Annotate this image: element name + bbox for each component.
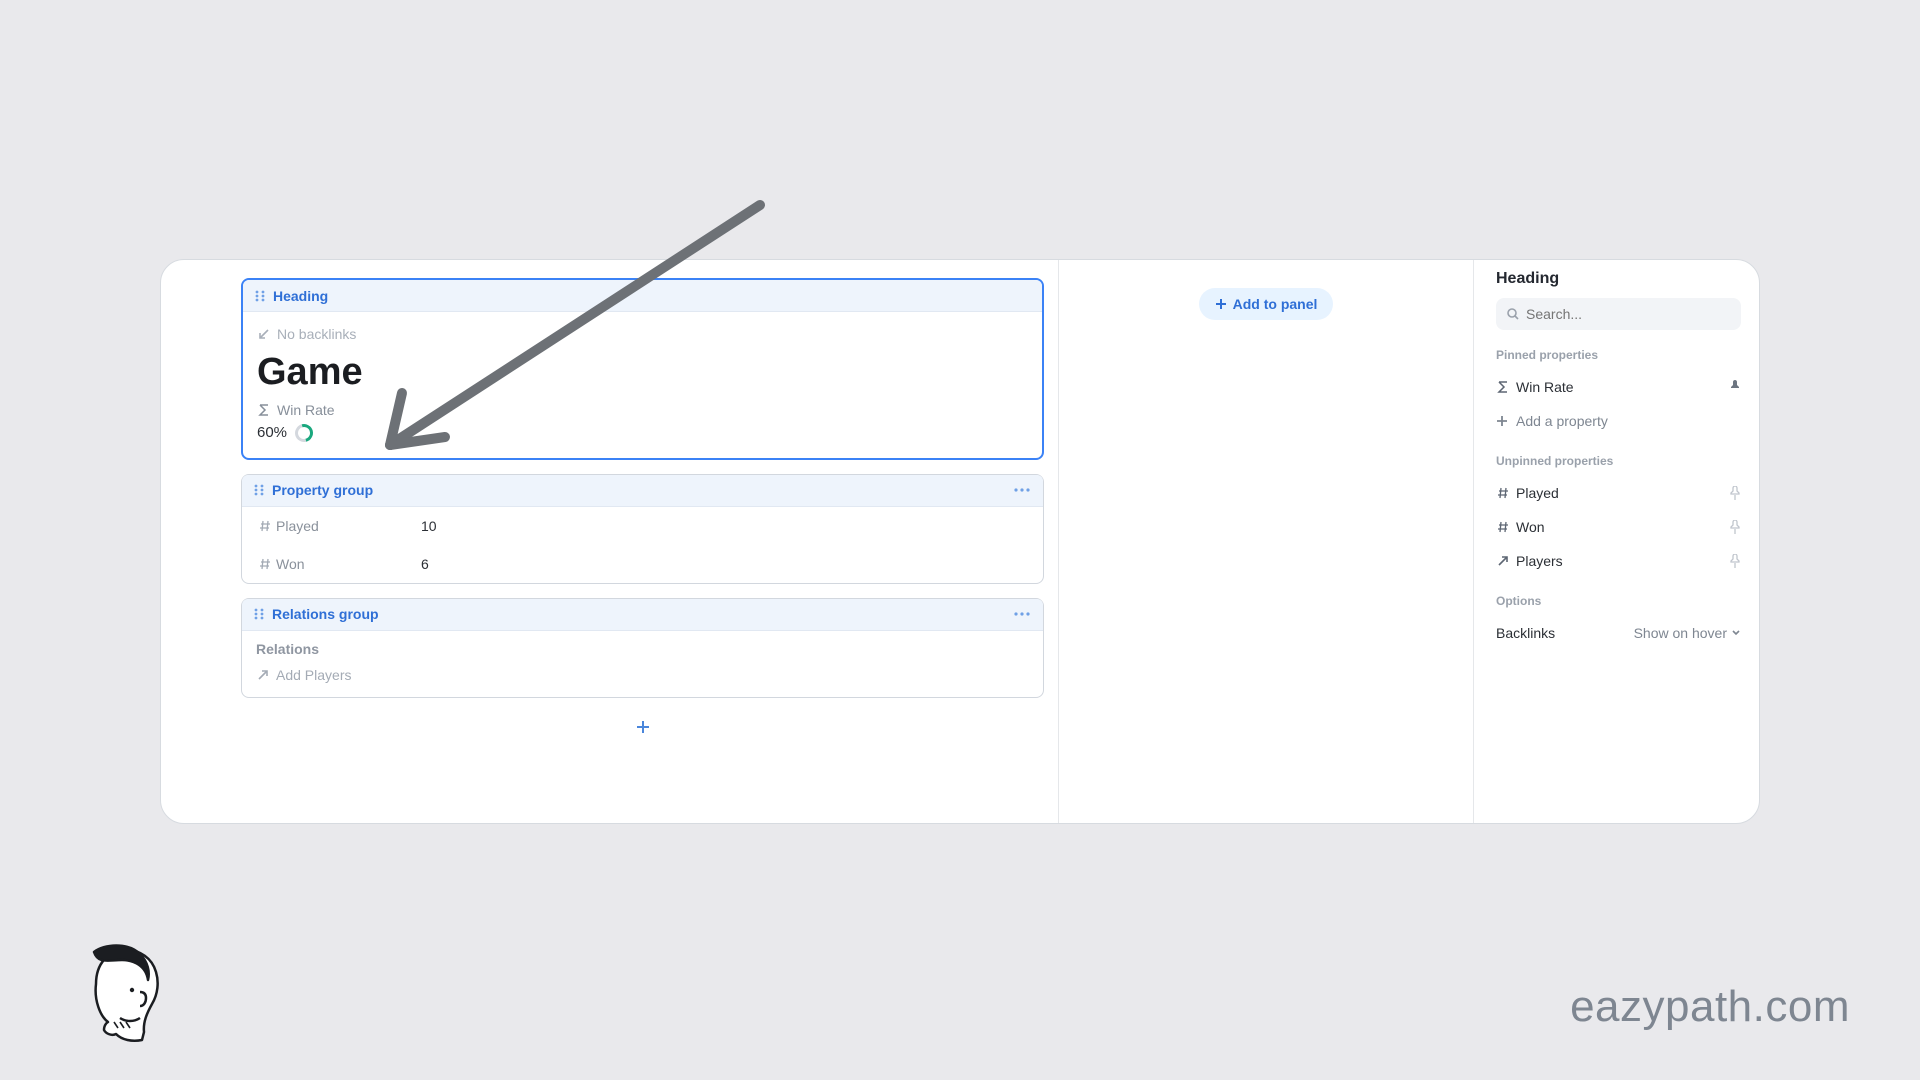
backlinks-select-value: Show on hover [1634,625,1727,641]
relations-group-block[interactable]: Relations group Relations Add Players [241,598,1044,698]
prop-item-played[interactable]: Played [1496,476,1741,510]
options-section-label: Options [1496,594,1741,608]
property-label: Won [276,556,421,572]
presenter-avatar-icon [76,944,164,1044]
add-to-panel-label: Add to panel [1233,296,1318,312]
relations-subhead: Relations [256,641,1029,657]
sigma-icon [257,403,271,417]
property-label: Played [276,518,421,534]
backlinks-text: No backlinks [277,326,356,342]
search-icon [1506,307,1520,321]
pin-outline-icon[interactable] [1729,486,1741,500]
add-to-panel-button[interactable]: Add to panel [1199,288,1334,320]
prop-item-label: Players [1516,553,1563,569]
inspector-title: Heading [1496,270,1741,288]
property-group-block[interactable]: Property group Played 10 Won 6 [241,474,1044,584]
prop-item-label: Won [1516,519,1545,535]
pin-icon[interactable] [1729,380,1741,394]
add-property-button[interactable]: Add a property [1496,404,1741,438]
backlinks-option-label: Backlinks [1496,625,1555,641]
search-field[interactable] [1496,298,1741,330]
relations-group-label: Relations group [272,606,379,622]
search-input[interactable] [1526,306,1731,322]
drag-handle-icon[interactable] [252,483,266,497]
property-value: 6 [421,556,429,572]
backlinks-option-row: Backlinks Show on hover [1496,616,1741,650]
watermark-text: eazypath.com [1570,982,1850,1032]
winrate-label: Win Rate [277,402,335,418]
hash-icon [258,557,276,571]
property-row-played[interactable]: Played 10 [242,507,1043,545]
property-group-header[interactable]: Property group [242,475,1043,507]
add-players-button[interactable]: Add Players [256,667,1029,683]
property-value: 10 [421,518,437,534]
drag-handle-icon[interactable] [253,289,267,303]
pin-outline-icon[interactable] [1729,520,1741,534]
add-block-button[interactable] [628,712,658,742]
page-title[interactable]: Game [257,352,1028,394]
backlink-arrow-icon [257,327,271,341]
prop-item-winrate[interactable]: Win Rate [1496,370,1741,404]
property-group-label: Property group [272,482,373,498]
hash-icon [1496,486,1516,500]
hash-icon [1496,520,1516,534]
prop-item-label: Win Rate [1516,379,1574,395]
arrow-up-right-icon [256,668,270,682]
heading-block-header[interactable]: Heading [243,280,1042,312]
inspector-pane: Heading Pinned properties Win Rate Add a… [1473,260,1759,823]
unpinned-section-label: Unpinned properties [1496,454,1741,468]
winrate-label-row: Win Rate [257,402,1028,418]
hash-icon [258,519,276,533]
pinned-section-label: Pinned properties [1496,348,1741,362]
backlinks-select[interactable]: Show on hover [1634,625,1741,641]
prop-item-players[interactable]: Players [1496,544,1741,578]
more-icon[interactable] [1011,603,1033,625]
prop-item-label: Played [1516,485,1559,501]
plus-icon [1215,298,1227,310]
chevron-down-icon [1731,628,1741,638]
add-players-label: Add Players [276,667,351,683]
heading-block-label: Heading [273,288,328,304]
sigma-icon [1496,380,1516,394]
prop-item-won[interactable]: Won [1496,510,1741,544]
more-icon[interactable] [1011,479,1033,501]
plus-icon [1496,415,1516,427]
add-property-label: Add a property [1516,413,1608,429]
relations-group-header[interactable]: Relations group [242,599,1043,631]
arrow-up-right-icon [1496,554,1516,568]
panel-pane: Add to panel [1058,260,1473,823]
app-window: Heading No backlinks Game Win Rate [160,259,1760,824]
heading-block[interactable]: Heading No backlinks Game Win Rate [241,278,1044,460]
winrate-value-row: 60% [257,424,1028,442]
winrate-value: 60% [257,424,287,441]
pin-outline-icon[interactable] [1729,554,1741,568]
editor-pane: Heading No backlinks Game Win Rate [161,260,1058,823]
backlinks-indicator[interactable]: No backlinks [257,326,1028,342]
progress-ring-icon [292,421,317,446]
drag-handle-icon[interactable] [252,607,266,621]
property-row-won[interactable]: Won 6 [242,545,1043,583]
